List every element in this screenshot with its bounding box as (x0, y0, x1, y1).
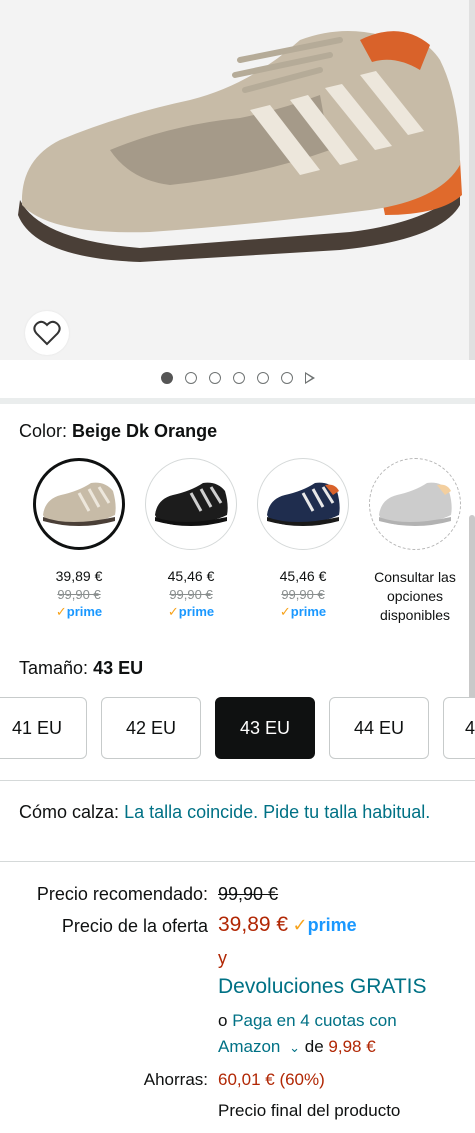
divider (0, 780, 475, 781)
color-swatch-navy[interactable]: 45,46 € 99,90 € ✓prime (247, 456, 359, 620)
color-swatch-black[interactable]: 45,46 € 99,90 € ✓prime (135, 456, 247, 620)
size-option-41[interactable]: 41 EU (0, 697, 87, 759)
swatch-other-info: Consultar las opciones disponibles (374, 569, 456, 623)
recommended-price-label: Precio recomendado: (36, 884, 208, 904)
swatch-prime-badge: ✓prime (55, 604, 103, 619)
swatch-price: 45,46 € (279, 568, 327, 584)
fit-info: Cómo calza: La talla coincide. Pide tu t… (19, 799, 459, 826)
color-swatch-other[interactable]: Consultar las opciones disponibles (359, 456, 471, 625)
free-returns-link[interactable]: Devoluciones GRATIS (218, 975, 427, 999)
wishlist-button[interactable] (25, 311, 69, 355)
carousel-dot[interactable] (256, 372, 269, 384)
installments-row-2: Amazon ⌄ de 9,98 € (218, 1037, 376, 1056)
swatch-list-price: 99,90 € (169, 587, 213, 602)
carousel-dot-active[interactable] (160, 372, 173, 384)
color-label: Color: (19, 421, 68, 441)
installments-row: o Paga en 4 cuotas con (218, 1011, 397, 1030)
product-image[interactable] (0, 0, 475, 360)
carousel-indicator (0, 368, 475, 388)
installments-link[interactable]: Paga en 4 cuotas con (232, 1011, 396, 1030)
color-selected-value: Beige Dk Orange (72, 421, 218, 441)
shoe-image (18, 31, 462, 262)
size-selector-label: Tamaño: 43 EU (19, 658, 143, 679)
chevron-down-icon[interactable]: ⌄ (289, 1040, 300, 1055)
size-option-next[interactable]: 4 (443, 697, 475, 759)
size-option-42[interactable]: 42 EU (101, 697, 201, 759)
image-scrollbar (469, 0, 475, 360)
divider (0, 861, 475, 862)
recommended-price-value: 99,90 € (218, 884, 279, 904)
offer-price-row: 39,89 € ✓prime (218, 913, 357, 937)
savings-value: 60,01 € (60%) (218, 1070, 325, 1089)
swatch-image (33, 458, 125, 550)
swatch-price: 39,89 € (55, 568, 103, 584)
color-swatches: 39,89 € 99,90 € ✓prime 45,46 € 99,90 € ✓… (0, 456, 475, 636)
swatch-image (257, 458, 349, 550)
page-scrollbar[interactable] (469, 515, 475, 700)
savings-label: Ahorras: (143, 1070, 208, 1089)
swatch-list-price: 99,90 € (57, 587, 101, 602)
play-video-icon[interactable] (304, 372, 315, 384)
size-option-43[interactable]: 43 EU (215, 697, 315, 759)
color-selector-label: Color: Beige Dk Orange (19, 421, 217, 442)
offer-price-label: Precio de la oferta (61, 916, 208, 936)
fit-label: Cómo calza: (19, 802, 120, 822)
installment-amount: 9,98 € (328, 1037, 376, 1056)
offer-price-value: 39,89 € (218, 913, 289, 936)
swatch-prime-badge: ✓prime (279, 604, 327, 619)
swatch-image (145, 458, 237, 550)
carousel-dot[interactable] (232, 372, 245, 384)
size-selected-value: 43 EU (93, 658, 144, 678)
carousel-dot[interactable] (208, 372, 221, 384)
prime-badge: ✓prime (292, 915, 357, 935)
installments-link-amazon[interactable]: Amazon (218, 1037, 280, 1056)
size-option-44[interactable]: 44 EU (329, 697, 429, 759)
and-text: y (218, 948, 227, 968)
section-divider (0, 398, 475, 404)
swatch-price: 45,46 € (167, 568, 215, 584)
size-label: Tamaño: (19, 658, 89, 678)
carousel-dot[interactable] (280, 372, 293, 384)
heart-icon (33, 320, 61, 346)
final-price-note: Precio final del producto (218, 1101, 401, 1120)
color-swatch-beige[interactable]: 39,89 € 99,90 € ✓prime (23, 456, 135, 620)
swatch-prime-badge: ✓prime (167, 604, 215, 619)
size-options: 41 EU 42 EU 43 EU 44 EU 4 (0, 697, 475, 759)
carousel-dot[interactable] (184, 372, 197, 384)
fit-link[interactable]: La talla coincide. Pide tu talla habitua… (124, 802, 430, 822)
swatch-list-price: 99,90 € (281, 587, 325, 602)
swatch-image (369, 458, 461, 550)
